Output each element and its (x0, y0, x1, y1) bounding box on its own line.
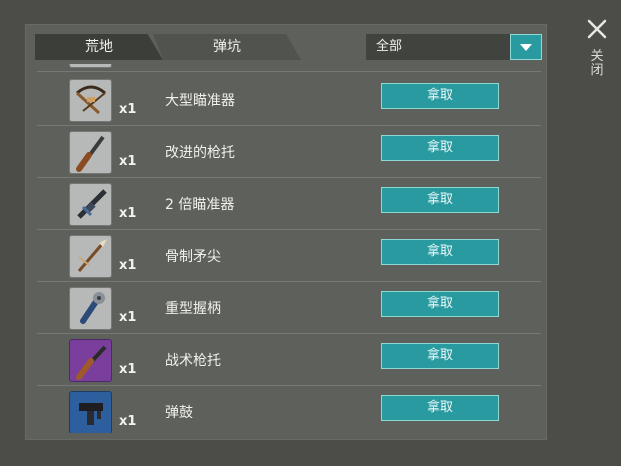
tab-wasteland[interactable]: 荒地 (35, 34, 163, 60)
filter-dropdown[interactable]: 全部 (366, 34, 542, 60)
crossbow-scope-icon (75, 85, 106, 115)
heavy-grip-icon (80, 292, 105, 324)
item-quantity: x1 (119, 310, 137, 325)
take-button[interactable]: 拿取 (381, 187, 499, 213)
item-slot[interactable] (69, 235, 112, 278)
item-slot[interactable] (69, 64, 112, 68)
item-name: 大型瞄准器 (165, 93, 235, 109)
close-label[interactable]: 关闭 (589, 50, 605, 78)
tactical-stock-icon (76, 345, 107, 380)
item-list[interactable]: x1 x1 大型瞄准器 拿取 (37, 64, 541, 433)
filter-value: 全部 (376, 39, 403, 54)
item-name: 重型握柄 (165, 301, 221, 317)
tab-crater[interactable]: 弹坑 (153, 34, 301, 60)
list-item: x1 (37, 64, 541, 72)
list-item: x1 重型握柄 拿取 (37, 281, 541, 334)
rifle-stock-icon (76, 135, 105, 172)
partial-item-icon (69, 64, 112, 68)
item-quantity: x1 (119, 154, 137, 169)
take-button[interactable]: 拿取 (381, 291, 499, 317)
item-name: 战术枪托 (165, 353, 221, 369)
item-name: 2 倍瞄准器 (165, 197, 235, 213)
take-button[interactable]: 拿取 (381, 135, 499, 161)
list-item: x1 大型瞄准器 拿取 (37, 73, 541, 126)
item-name: 弹鼓 (165, 405, 193, 421)
take-button[interactable]: 拿取 (381, 83, 499, 109)
list-item: x1 骨制矛尖 拿取 (37, 229, 541, 282)
close-icon (587, 19, 607, 39)
item-quantity: x1 (119, 414, 137, 429)
item-name: 骨制矛尖 (165, 249, 221, 265)
item-quantity: x1 (119, 258, 137, 273)
bone-spear-icon (77, 239, 107, 272)
item-name: 改进的枪托 (165, 145, 235, 161)
item-slot[interactable] (69, 287, 112, 330)
loot-panel: 荒地 弹坑 全部 x1 大型瞄准器 拿取 x1 改进的枪托 拿取 x1 2 倍瞄… (25, 24, 547, 440)
close-button[interactable] (584, 16, 610, 42)
chevron-down-icon (520, 44, 532, 51)
item-quantity: x1 (119, 206, 137, 221)
item-slot[interactable] (69, 131, 112, 174)
take-button[interactable]: 拿取 (381, 395, 499, 421)
drum-magazine-icon (79, 403, 103, 425)
list-item: x1 2 倍瞄准器 拿取 (37, 177, 541, 230)
item-slot[interactable] (69, 391, 112, 433)
list-item: x1 弹鼓 拿取 (37, 385, 541, 433)
item-slot[interactable] (69, 339, 112, 382)
item-slot[interactable] (69, 183, 112, 226)
dropdown-toggle-button[interactable] (510, 34, 542, 60)
take-button[interactable]: 拿取 (381, 239, 499, 265)
take-button[interactable]: 拿取 (381, 343, 499, 369)
list-item: x1 改进的枪托 拿取 (37, 125, 541, 178)
tab-bar: 荒地 弹坑 全部 (35, 34, 543, 62)
item-slot[interactable] (69, 79, 112, 122)
list-item: x1 战术枪托 拿取 (37, 333, 541, 386)
assault-rifle-icon (77, 189, 107, 219)
item-quantity: x1 (119, 362, 137, 377)
item-quantity: x1 (119, 102, 137, 117)
